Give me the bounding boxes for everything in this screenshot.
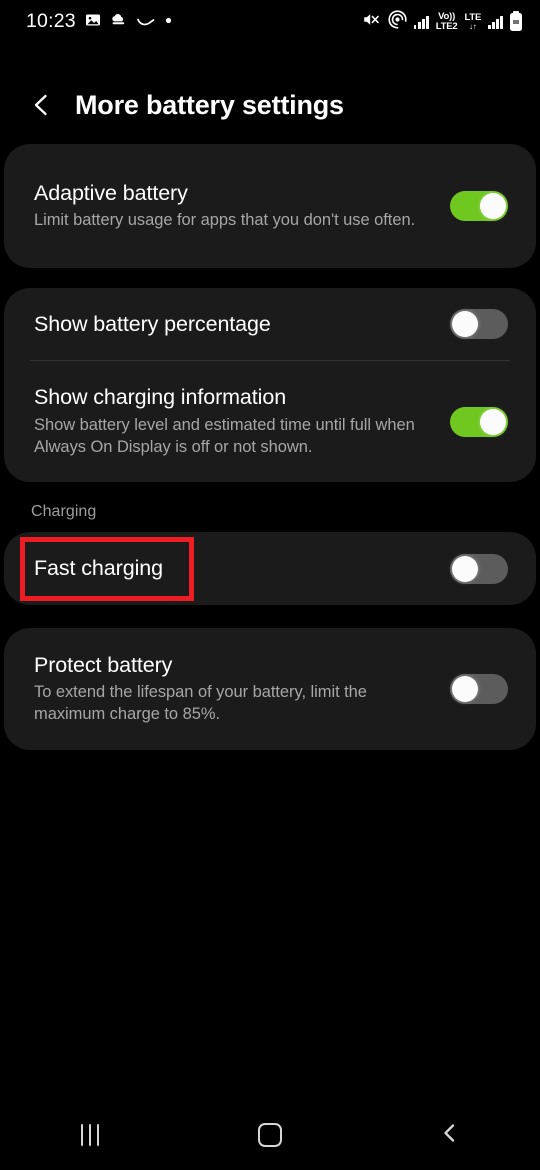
hotspot-icon <box>388 10 407 34</box>
data-arrows-text: ↓↑ <box>469 21 477 31</box>
setting-description: To extend the lifespan of your battery, … <box>34 683 367 724</box>
row-text-block: Fast charging <box>34 555 450 581</box>
setting-title: Show charging information <box>34 385 287 410</box>
setting-row-fast-charging[interactable]: Fast charging <box>4 532 536 605</box>
home-icon <box>258 1123 282 1147</box>
setting-description: Limit battery usage for apps that you do… <box>34 211 416 230</box>
curve-icon <box>136 12 156 33</box>
setting-row-protect-battery[interactable]: Protect battery To extend the lifespan o… <box>4 628 536 750</box>
page-title: More battery settings <box>75 89 344 120</box>
navigation-bar <box>0 1100 540 1170</box>
signal-bars-sim2-icon <box>488 15 503 29</box>
nav-back-button[interactable] <box>360 1100 540 1170</box>
card-display-options: Show battery percentage Show charging in… <box>4 288 536 482</box>
lte2-text: LTE2 <box>435 21 458 32</box>
row-text-block: Adaptive battery Limit battery usage for… <box>34 180 450 232</box>
card-fast-charging: Fast charging <box>4 532 536 605</box>
setting-title: Show battery percentage <box>34 311 271 336</box>
recents-icon <box>80 1124 100 1146</box>
status-bar: 10:23 Vo)) LTE2 LTE ↓↑ <box>0 0 540 44</box>
status-bar-left: 10:23 <box>26 12 172 33</box>
lte-label: LTE ↓↑ <box>464 13 481 31</box>
toggle-adaptive-battery[interactable] <box>450 191 508 221</box>
setting-description: Show battery level and estimated time un… <box>34 415 415 456</box>
section-header-charging: Charging <box>31 503 97 520</box>
toggle-knob <box>452 676 478 702</box>
download-cloud-icon <box>110 12 127 33</box>
setting-row-show-charging-information[interactable]: Show charging information Show battery l… <box>4 361 536 482</box>
battery-icon <box>510 13 522 31</box>
toggle-show-charging-information[interactable] <box>450 406 508 437</box>
status-bar-right: Vo)) LTE2 LTE ↓↑ <box>362 10 522 34</box>
toggle-knob <box>480 193 506 219</box>
signal-bars-sim1-icon <box>413 15 429 29</box>
volte-lte2-label: Vo)) LTE2 <box>436 12 458 31</box>
row-text-block: Show charging information Show battery l… <box>34 384 450 458</box>
app-header: More battery settings <box>0 72 540 138</box>
toggle-fast-charging[interactable] <box>450 553 508 584</box>
toggle-protect-battery[interactable] <box>450 674 508 704</box>
toggle-knob <box>452 555 478 582</box>
setting-row-show-battery-percentage[interactable]: Show battery percentage <box>4 288 536 360</box>
dot-icon <box>165 12 172 33</box>
nav-home-button[interactable] <box>180 1100 360 1170</box>
card-protect-battery: Protect battery To extend the lifespan o… <box>4 628 536 750</box>
setting-title: Fast charging <box>34 556 163 581</box>
toggle-knob <box>452 311 478 337</box>
image-icon <box>85 12 101 33</box>
nav-recents-button[interactable] <box>0 1100 180 1170</box>
phone-screen: 10:23 Vo)) LTE2 LTE ↓↑ More battery sett… <box>0 0 540 1170</box>
back-arrow-icon[interactable] <box>27 90 57 120</box>
mute-icon <box>362 11 381 33</box>
card-adaptive-battery: Adaptive battery Limit battery usage for… <box>4 144 536 268</box>
setting-row-adaptive-battery[interactable]: Adaptive battery Limit battery usage for… <box>4 144 536 268</box>
setting-title: Adaptive battery <box>34 180 188 205</box>
row-text-block: Protect battery To extend the lifespan o… <box>34 652 450 726</box>
toggle-show-battery-percentage[interactable] <box>450 309 508 339</box>
back-icon <box>438 1121 462 1150</box>
status-bar-clock: 10:23 <box>26 10 76 33</box>
row-text-block: Show battery percentage <box>34 311 450 337</box>
toggle-knob <box>480 408 506 435</box>
setting-title: Protect battery <box>34 652 173 677</box>
